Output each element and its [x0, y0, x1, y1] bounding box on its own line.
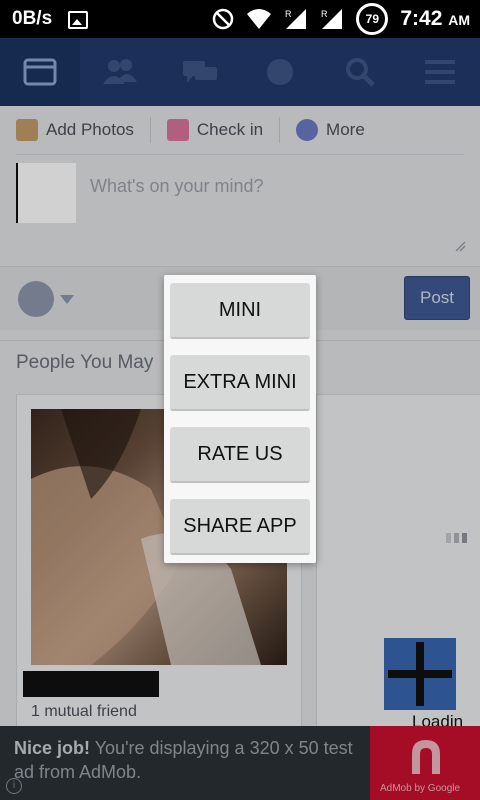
dnd-icon	[213, 8, 234, 30]
clock-ampm: AM	[448, 12, 470, 28]
status-bar: 0B/s R R 79 7:42 AM	[0, 0, 480, 38]
signal-r-icon: R	[285, 9, 307, 29]
extra-mini-button[interactable]: EXTRA MINI	[170, 355, 310, 411]
mini-button[interactable]: MINI	[170, 283, 310, 339]
options-dialog: MINI EXTRA MINI RATE US SHARE APP	[164, 275, 316, 563]
clock: 7:42 AM	[400, 7, 470, 31]
image-notification-icon	[68, 11, 88, 29]
network-speed: 0B/s	[12, 8, 53, 29]
signal-r2-icon: R	[321, 9, 343, 29]
status-right: R R 79 7:42 AM	[212, 0, 470, 38]
battery-indicator: 79	[356, 3, 389, 35]
svg-text:R: R	[285, 9, 292, 19]
clock-time: 7:42	[400, 7, 443, 30]
rate-us-button[interactable]: RATE US	[170, 427, 310, 483]
wifi-icon	[247, 9, 272, 29]
svg-text:R: R	[321, 9, 328, 19]
share-app-button[interactable]: SHARE APP	[170, 499, 310, 555]
